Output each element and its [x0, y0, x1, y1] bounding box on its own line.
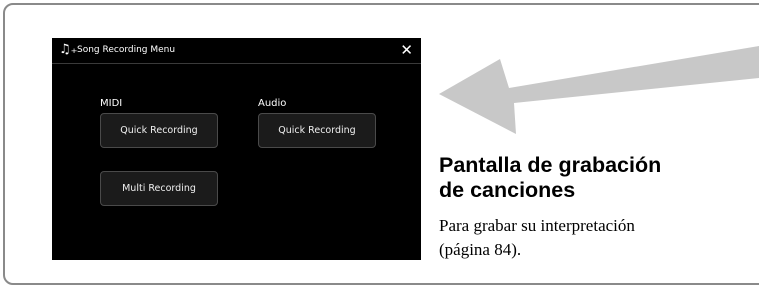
screen-title: Song Recording Menu — [77, 45, 176, 55]
callout-body-line2: (página 84). — [439, 240, 522, 259]
pointer-arrow — [439, 46, 759, 134]
callout-heading-line1: Pantalla de grabación — [439, 153, 662, 177]
title-bar: ♫₊ Song Recording Menu ✕ — [52, 38, 421, 64]
close-icon[interactable]: ✕ — [400, 41, 413, 59]
song-recording-menu-screen: ♫₊ Song Recording Menu ✕ MIDI Audio Quic… — [52, 38, 421, 260]
callout-body-line1: Para grabar su interpretación — [439, 216, 635, 235]
music-note-plus-icon: ♫₊ — [59, 42, 78, 57]
audio-section-label: Audio — [258, 98, 287, 109]
audio-quick-recording-button[interactable]: Quick Recording — [258, 113, 376, 148]
callout-body: Para grabar su interpretación (página 84… — [439, 214, 739, 262]
callout-heading-line2: de canciones — [439, 178, 576, 202]
midi-section-label: MIDI — [100, 98, 123, 109]
callout-heading: Pantalla de grabación de canciones — [439, 153, 661, 203]
midi-quick-recording-button[interactable]: Quick Recording — [100, 113, 218, 148]
midi-multi-recording-button[interactable]: Multi Recording — [100, 171, 218, 206]
